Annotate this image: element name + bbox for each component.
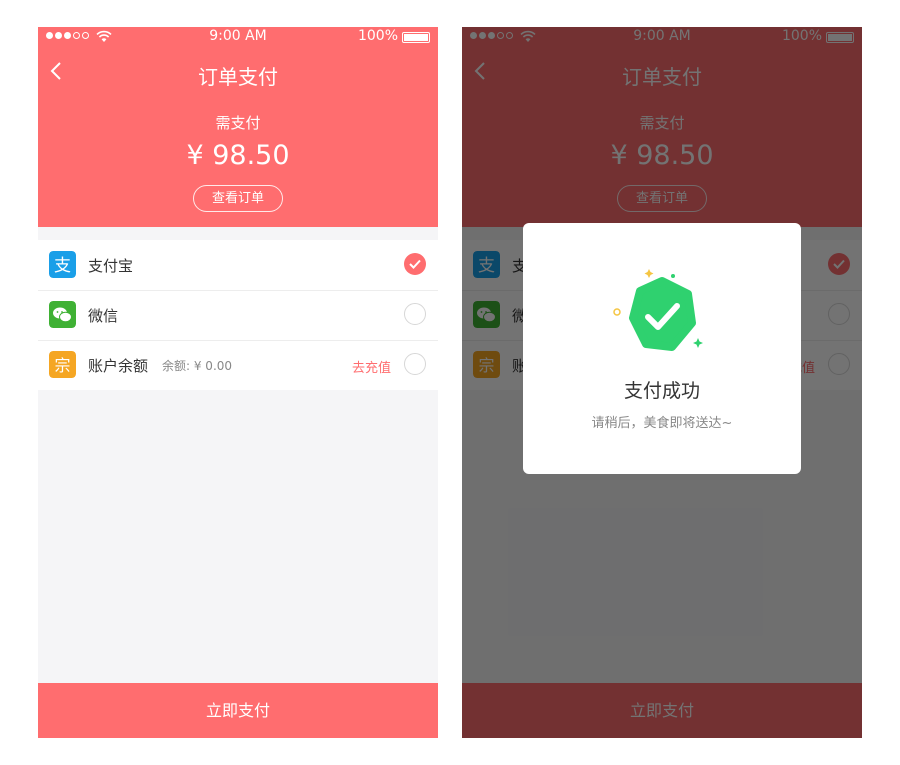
payment-method-alipay[interactable]: 支 支付宝 xyxy=(38,240,438,290)
battery-icon xyxy=(402,32,430,43)
need-pay-label: 需支付 xyxy=(215,114,261,132)
recharge-link[interactable]: 去充值 xyxy=(352,357,391,376)
payment-success-screen: 9:00 AM 100% 订单支付 需支付 ¥ 98.50 查看订单 支 支付宝… xyxy=(462,27,862,738)
radio-unchecked-icon[interactable] xyxy=(404,353,426,375)
status-bar: 9:00 AM 100% xyxy=(38,27,438,47)
payment-amount: ¥ 98.50 xyxy=(186,140,290,171)
dialog-title: 支付成功 xyxy=(623,380,700,402)
payment-method-wechat[interactable]: 微信 xyxy=(38,290,438,340)
svg-text:宗: 宗 xyxy=(54,356,70,375)
battery-percent: 100% xyxy=(357,28,398,44)
wechat-icon xyxy=(49,301,76,328)
radio-unchecked-icon[interactable] xyxy=(404,303,426,325)
svg-text:支: 支 xyxy=(54,256,71,276)
payment-method-label: 账户余额 xyxy=(88,357,149,375)
wallet-icon: 宗 xyxy=(49,351,76,378)
alipay-icon: 支 xyxy=(49,251,76,278)
payment-method-label: 微信 xyxy=(88,307,119,325)
radio-checked-icon[interactable] xyxy=(404,253,426,275)
payment-method-label: 支付宝 xyxy=(88,257,134,275)
payment-header: 9:00 AM 100% 订单支付 需支付 ¥ 98.50 查看订单 xyxy=(38,27,438,227)
payment-screen: 9:00 AM 100% 订单支付 需支付 ¥ 98.50 查看订单 支 支付宝… xyxy=(38,27,438,738)
payment-success-dialog: 支付成功 请稍后，美食即将送达~ xyxy=(523,223,801,474)
balance-amount: 余额: ¥ 0.00 xyxy=(162,359,233,373)
success-check-icon xyxy=(613,269,703,351)
payment-method-balance[interactable]: 宗 账户余额 余额: ¥ 0.00 去充值 xyxy=(38,340,438,390)
view-order-button[interactable]: 查看订单 xyxy=(193,185,283,212)
page-title: 订单支付 xyxy=(198,65,278,89)
dialog-message: 请稍后，美食即将送达~ xyxy=(591,416,733,431)
payment-method-list: 支 支付宝 微信 宗 账户余额 余额: ¥ 0.00 去充值 xyxy=(38,240,438,390)
pay-now-button[interactable]: 立即支付 xyxy=(38,683,438,738)
